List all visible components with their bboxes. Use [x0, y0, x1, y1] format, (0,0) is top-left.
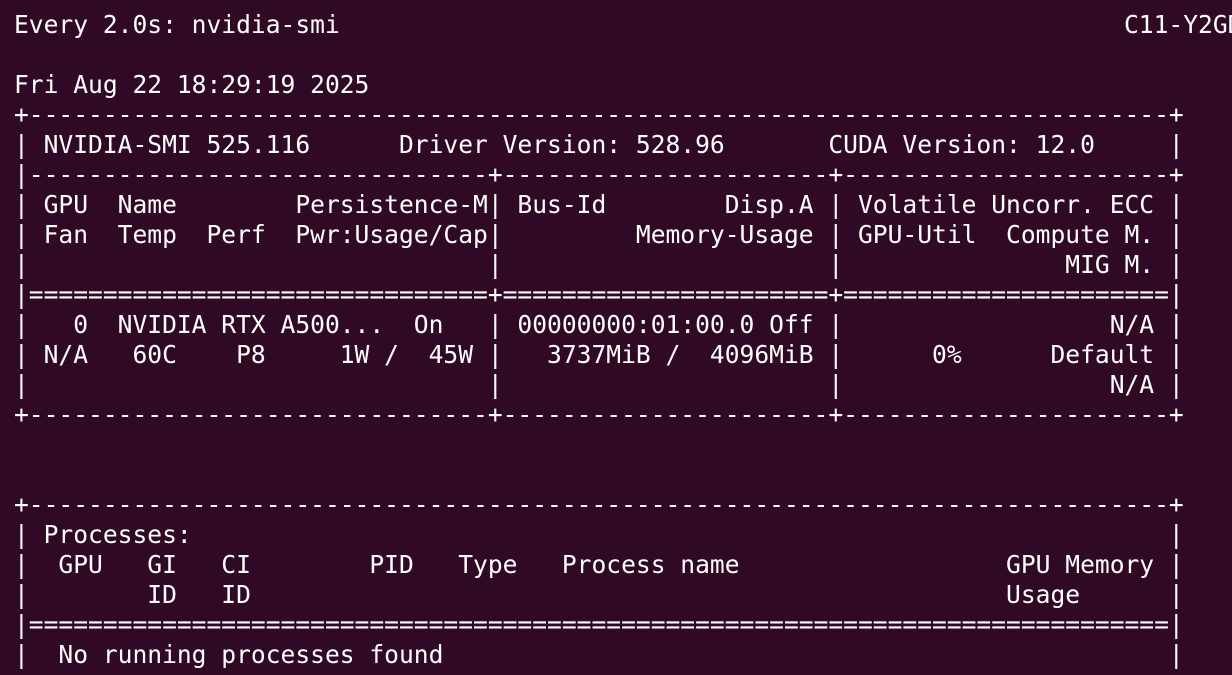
gpu-header-line-1: | GPU Name Persistence-M| Bus-Id Disp.A …: [14, 190, 1184, 219]
gpu-row-line-3: | | | N/A |: [14, 370, 1184, 399]
terminal-output: Every 2.0s: nvidia-smi Fri Aug 22 18:29:…: [14, 10, 1184, 675]
watch-header-line: Every 2.0s: nvidia-smi: [14, 10, 340, 39]
terminal-window[interactable]: Every 2.0s: nvidia-smi Fri Aug 22 18:29:…: [0, 0, 1232, 675]
table-border-bottom: +-------------------------------+-------…: [14, 400, 1184, 429]
table-border-top: +---------------------------------------…: [14, 100, 1184, 129]
gpu-row-line-2: | N/A 60C P8 1W / 45W | 3737MiB / 4096Mi…: [14, 340, 1184, 369]
version-line: | NVIDIA-SMI 525.116 Driver Version: 528…: [14, 130, 1184, 159]
hostname-label: C11-Y2GD: [1124, 10, 1232, 39]
processes-title-line: | Processes: |: [14, 520, 1184, 549]
timestamp-line: Fri Aug 22 18:29:19 2025: [14, 70, 370, 99]
header-separator: |===============================+=======…: [14, 280, 1184, 309]
table-divider: |-------------------------------+-------…: [14, 160, 1184, 189]
processes-border-bottom: +---------------------------------------…: [14, 670, 1184, 675]
no-processes-line: | No running processes found |: [14, 640, 1184, 669]
gpu-row-line-1: | 0 NVIDIA RTX A500... On | 00000000:01:…: [14, 310, 1184, 339]
processes-header-line-2: | ID ID Usage |: [14, 580, 1184, 609]
gpu-header-line-3: | | | MIG M. |: [14, 250, 1184, 279]
processes-border-top: +---------------------------------------…: [14, 490, 1184, 519]
gpu-header-line-2: | Fan Temp Perf Pwr:Usage/Cap| Memory-Us…: [14, 220, 1184, 249]
processes-header-line-1: | GPU GI CI PID Type Process name GPU Me…: [14, 550, 1184, 579]
processes-separator: |=======================================…: [14, 610, 1184, 639]
